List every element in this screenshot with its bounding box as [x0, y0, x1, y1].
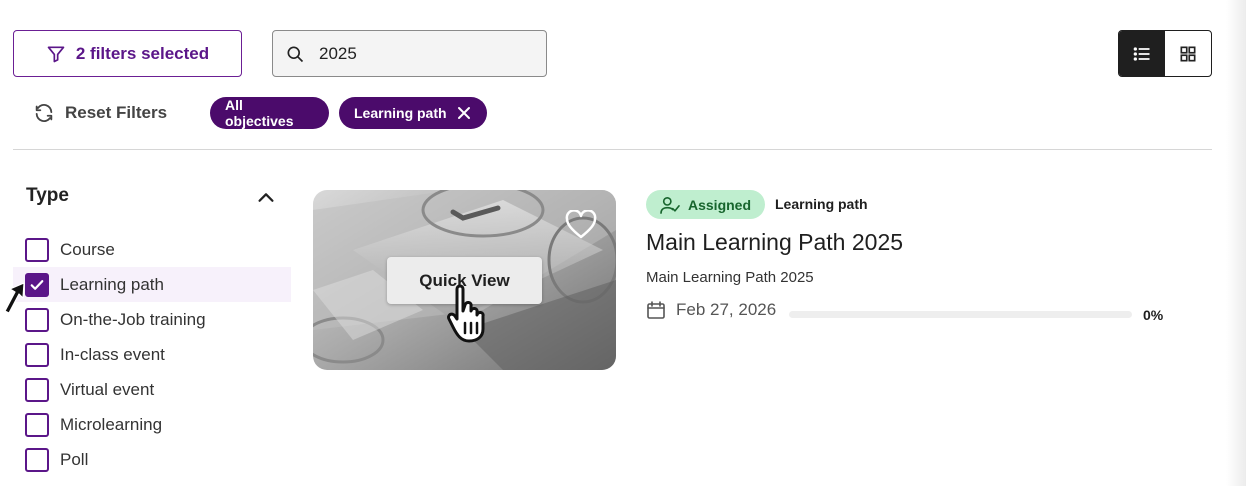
- checkbox[interactable]: [25, 447, 49, 472]
- list-view-button[interactable]: [1119, 31, 1165, 76]
- filter-chip-label: Learning path: [354, 105, 447, 121]
- filter-icon: [47, 46, 65, 62]
- reset-filters-label: Reset Filters: [65, 103, 168, 122]
- type-option-virtual-event[interactable]: Virtual event: [13, 372, 291, 407]
- type-option-label: Virtual event: [60, 379, 155, 399]
- hand-pointer-cursor-icon: [447, 284, 485, 343]
- type-option-label: Poll: [60, 449, 89, 469]
- assigned-status-label: Assigned: [688, 196, 752, 213]
- refresh-icon: [35, 104, 53, 122]
- filters-button-label: 2 filters selected: [75, 43, 210, 63]
- type-option-learning-path[interactable]: Learning path: [13, 267, 291, 302]
- view-toggle: [1118, 30, 1212, 77]
- checkbox[interactable]: [25, 377, 49, 402]
- page-edge-shade: [1226, 0, 1246, 486]
- card-title[interactable]: Main Learning Path 2025: [646, 229, 903, 256]
- filter-chip-learning-path[interactable]: Learning path: [339, 97, 487, 129]
- type-option-course[interactable]: Course: [13, 232, 291, 267]
- user-check-icon: [660, 196, 680, 214]
- divider: [13, 149, 1212, 150]
- search-box[interactable]: [272, 30, 547, 77]
- type-option-label: In-class event: [60, 344, 165, 364]
- checkbox[interactable]: [25, 237, 49, 262]
- type-option-label: On-the-Job training: [60, 309, 206, 329]
- filters-button[interactable]: 2 filters selected: [13, 30, 242, 77]
- due-date: Feb 27, 2026: [676, 300, 777, 319]
- card-description: Main Learning Path 2025: [646, 269, 814, 286]
- close-icon[interactable]: [457, 106, 471, 120]
- checkmark-icon: [30, 279, 44, 290]
- calendar-icon: [647, 301, 665, 319]
- search-input[interactable]: [319, 43, 539, 64]
- type-option-poll[interactable]: Poll: [13, 442, 291, 477]
- type-option-label: Learning path: [60, 274, 164, 294]
- chevron-up-icon[interactable]: [255, 187, 277, 209]
- assigned-status-badge: Assigned: [646, 190, 765, 219]
- filter-chip-all-objectives[interactable]: All objectives: [210, 97, 329, 129]
- checkbox[interactable]: [25, 342, 49, 367]
- checkbox[interactable]: [25, 307, 49, 332]
- type-filter-heading: Type: [26, 185, 69, 206]
- type-option-microlearning[interactable]: Microlearning: [13, 407, 291, 442]
- grid-view-icon: [1180, 46, 1196, 61]
- checkbox[interactable]: [25, 412, 49, 437]
- type-option-on-the-job-training[interactable]: On-the-Job training: [13, 302, 291, 337]
- progress-percent: 0%: [1143, 307, 1164, 323]
- type-option-label: Microlearning: [60, 414, 163, 434]
- favorite-heart-icon[interactable]: [565, 210, 597, 240]
- type-option-in-class-event[interactable]: In-class event: [13, 337, 291, 372]
- content-type-label: Learning path: [775, 196, 868, 212]
- grid-view-button[interactable]: [1165, 31, 1211, 76]
- list-view-icon: [1133, 46, 1150, 61]
- type-option-label: Course: [60, 239, 115, 259]
- reset-filters-button[interactable]: Reset Filters: [33, 100, 167, 126]
- mouse-pointer-icon: [4, 282, 25, 314]
- progress-bar: [789, 311, 1132, 318]
- search-icon: [287, 46, 304, 62]
- filter-chip-label: All objectives: [225, 97, 294, 129]
- checkbox-checked[interactable]: [25, 272, 49, 297]
